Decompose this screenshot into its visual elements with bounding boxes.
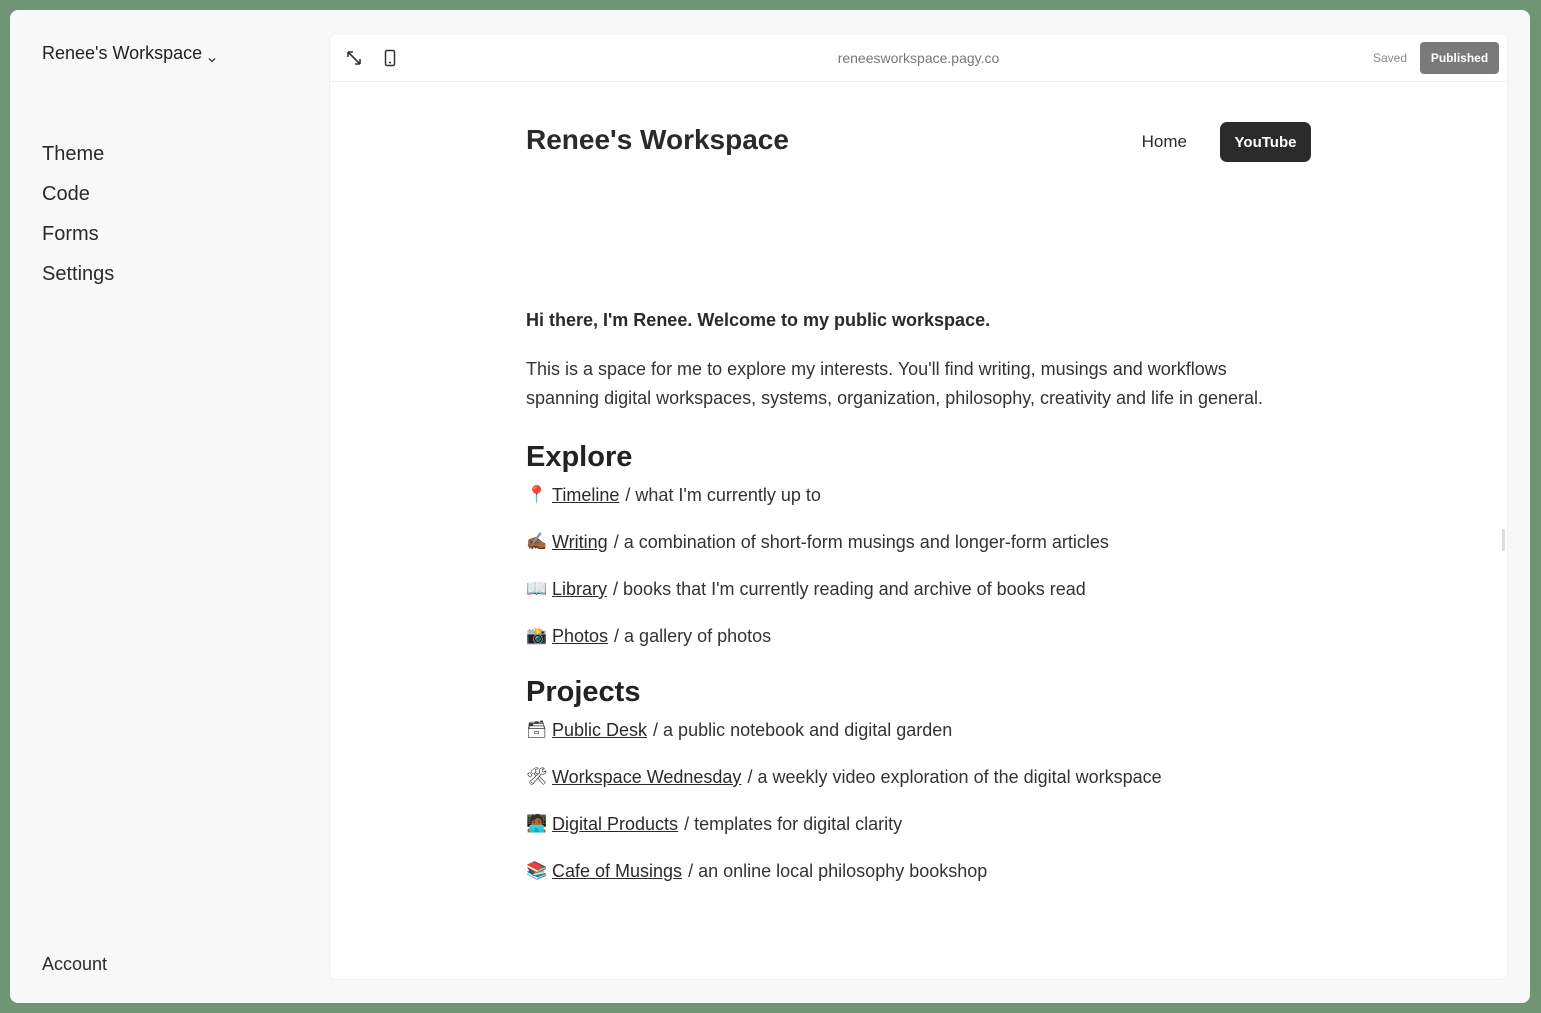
site-nav: Home YouTube — [1142, 122, 1311, 162]
workspace-switcher[interactable]: Renee's Workspace — [42, 43, 217, 64]
editor-toolbar: reneesworkspace.pagy.co Saved Published — [330, 34, 1507, 82]
workspace-wednesday-link[interactable]: Workspace Wednesday — [552, 762, 741, 792]
technologist-icon: 🧑🏾‍💻 — [526, 814, 548, 833]
list-item: 🛠 Workspace Wednesday / a weekly video e… — [526, 762, 1311, 809]
list-item-description: / an online local philosophy bookshop — [688, 861, 988, 881]
list-item-description: / a combination of short-form musings an… — [613, 532, 1109, 552]
list-item: 🗃 Public Desk / a public notebook and di… — [526, 715, 1311, 762]
list-item: 🧑🏾‍💻 Digital Products / templates for di… — [526, 809, 1311, 856]
intro-paragraph: This is a space for me to explore my int… — [526, 359, 1264, 408]
list-item: 📸 Photos / a gallery of photos — [526, 621, 1311, 668]
list-item-description: / a weekly video exploration of the digi… — [747, 767, 1162, 787]
saved-status: Saved — [1372, 51, 1407, 65]
sidebar-nav: Theme Code Forms Settings — [42, 142, 114, 302]
sidebar-item-settings[interactable]: Settings — [42, 262, 114, 302]
sidebar-item-forms[interactable]: Forms — [42, 222, 114, 262]
list-item: 📍 Timeline / what I'm currently up to — [526, 480, 1311, 527]
open-book-icon: 📖 — [526, 579, 548, 598]
tools-icon: 🛠 — [526, 767, 548, 786]
books-icon: 📚 — [526, 861, 548, 880]
list-item-description: / books that I'm currently reading and a… — [613, 579, 1086, 599]
published-button[interactable]: Published — [1420, 42, 1499, 74]
list-item: 📖 Library / books that I'm currently rea… — [526, 574, 1311, 621]
photos-link[interactable]: Photos — [552, 621, 608, 651]
timeline-link[interactable]: Timeline — [552, 480, 619, 510]
site-nav-home[interactable]: Home — [1142, 132, 1187, 152]
writing-hand-icon: ✍🏾 — [526, 532, 548, 551]
list-item-description: / what I'm currently up to — [625, 485, 821, 505]
site-title[interactable]: Renee's Workspace — [526, 124, 789, 156]
sidebar-item-theme[interactable]: Theme — [42, 142, 114, 182]
card-file-box-icon: 🗃 — [526, 720, 548, 739]
site-preview: Renee's Workspace Home YouTube Hi there,… — [526, 82, 1311, 903]
writing-link[interactable]: Writing — [552, 527, 608, 557]
library-link[interactable]: Library — [552, 574, 607, 604]
chevron-down-icon — [207, 49, 217, 62]
sidebar-item-code[interactable]: Code — [42, 182, 114, 222]
cafe-of-musings-link[interactable]: Cafe of Musings — [552, 856, 682, 886]
digital-products-link[interactable]: Digital Products — [552, 809, 678, 839]
list-item-description: / templates for digital clarity — [684, 814, 903, 834]
workspace-name: Renee's Workspace — [42, 43, 203, 63]
public-desk-link[interactable]: Public Desk — [552, 715, 647, 745]
sidebar: Renee's Workspace Theme Code Forms Setti… — [10, 10, 330, 1003]
list-item-description: / a gallery of photos — [614, 626, 772, 646]
intro-heading: Hi there, I'm Renee. Welcome to my publi… — [526, 310, 991, 330]
site-nav-youtube-button[interactable]: YouTube — [1220, 122, 1311, 162]
explore-heading: Explore — [526, 441, 633, 473]
scrollbar[interactable] — [1502, 529, 1505, 551]
pin-icon: 📍 — [526, 485, 548, 504]
site-url: reneesworkspace.pagy.co — [837, 50, 1000, 66]
preview-panel: reneesworkspace.pagy.co Saved Published … — [330, 34, 1507, 979]
account-link[interactable]: Account — [42, 954, 107, 975]
site-header: Renee's Workspace Home YouTube — [526, 82, 1311, 192]
list-item-description: / a public notebook and digital garden — [653, 720, 953, 740]
list-item: ✍🏾 Writing / a combination of short-form… — [526, 527, 1311, 574]
app-window: Renee's Workspace Theme Code Forms Setti… — [10, 10, 1530, 1003]
list-item: 📚 Cafe of Musings / an online local phil… — [526, 856, 1311, 903]
camera-icon: 📸 — [526, 626, 548, 645]
projects-heading: Projects — [526, 676, 641, 708]
